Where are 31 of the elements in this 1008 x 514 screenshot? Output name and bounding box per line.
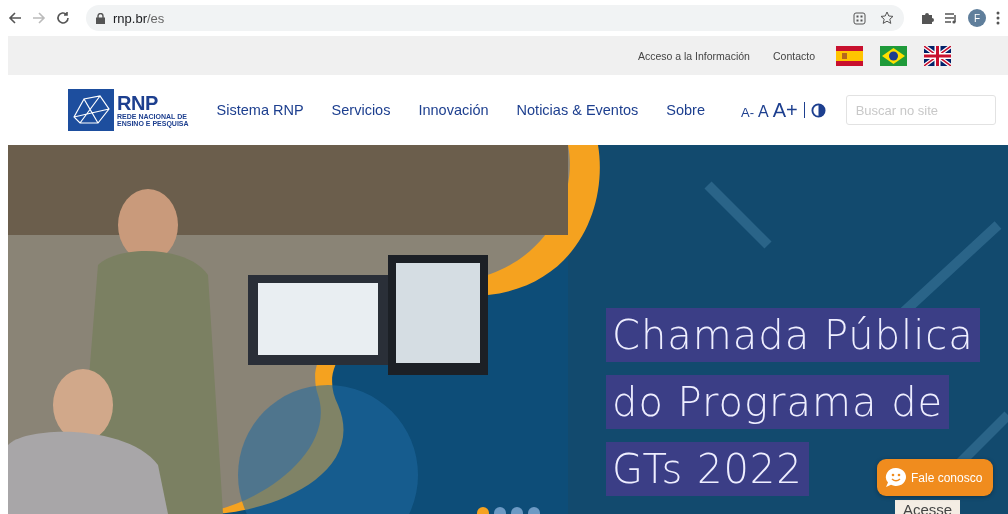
headline-text: Chamada Pública xyxy=(606,308,980,362)
profile-avatar[interactable]: F xyxy=(968,9,986,27)
top-link[interactable]: Contacto xyxy=(772,49,815,62)
headline-text: do Programa de xyxy=(606,375,950,429)
lock-icon xyxy=(96,12,105,24)
chat-icon xyxy=(885,467,907,488)
font-size-link[interactable]: A+ xyxy=(772,98,798,122)
playlist-icon[interactable] xyxy=(944,11,958,25)
reload-icon[interactable] xyxy=(56,11,70,25)
back-icon[interactable] xyxy=(8,11,22,25)
puzzle-icon[interactable] xyxy=(920,11,934,25)
spain-flag-icon[interactable] xyxy=(836,45,863,66)
nav-link[interactable]: Sistema RNP xyxy=(216,102,304,118)
network-logo-icon[interactable] xyxy=(68,89,114,131)
font-size-link[interactable]: A xyxy=(758,102,769,121)
headline-text: GTs 2022 xyxy=(606,442,809,496)
top-link[interactable]: Acceso a la Información xyxy=(637,49,750,62)
nav-link[interactable]: Innovación xyxy=(418,102,489,118)
address-bar[interactable]: rnp.br/es xyxy=(86,5,904,31)
url-text: rnp.br/es xyxy=(113,10,166,26)
nav-link[interactable]: Noticias & Eventos xyxy=(516,102,639,118)
logo-title: RNP xyxy=(117,93,159,113)
nav-link[interactable]: Servicios xyxy=(331,102,391,118)
font-size-link[interactable]: A- xyxy=(741,104,754,120)
star-icon[interactable] xyxy=(880,11,894,25)
contrast-icon[interactable] xyxy=(810,102,826,118)
uk-flag-icon[interactable] xyxy=(924,45,951,66)
grid-icon[interactable] xyxy=(853,11,866,25)
nav-link[interactable]: Sobre xyxy=(666,102,705,118)
brazil-flag-icon[interactable] xyxy=(880,45,907,66)
menu-icon[interactable] xyxy=(996,11,1000,25)
